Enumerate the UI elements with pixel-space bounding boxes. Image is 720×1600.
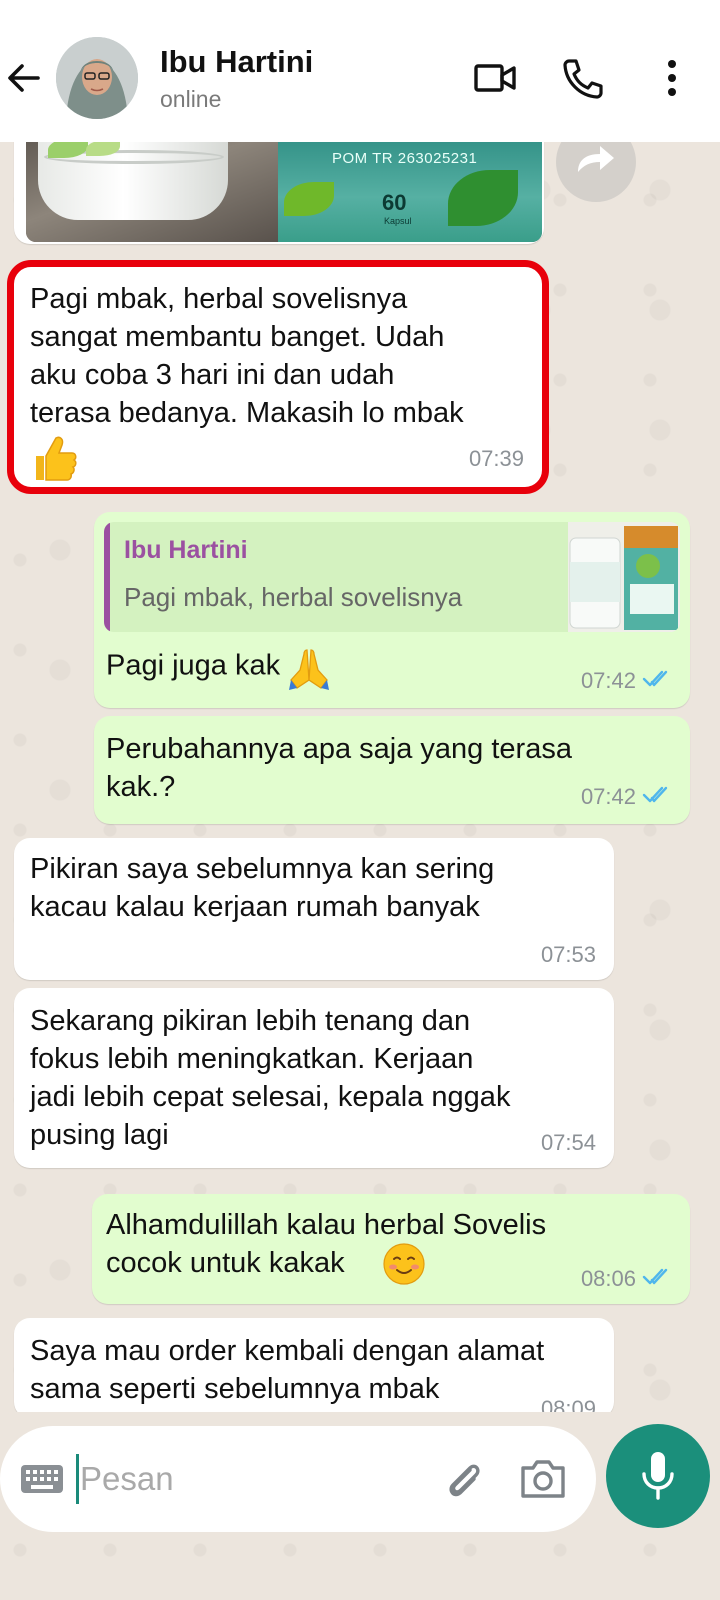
voice-message-button[interactable] xyxy=(606,1424,710,1528)
voice-call-button[interactable] xyxy=(560,56,604,100)
message-text: Sekarang pikiran lebih tenang dan fokus … xyxy=(30,1005,511,1151)
video-call-button[interactable] xyxy=(474,56,518,100)
read-receipt-icon xyxy=(642,785,674,810)
back-button[interactable] xyxy=(4,58,44,98)
quoted-text: Pagi mbak, herbal sovelisnya xyxy=(124,582,463,612)
folded-hands-icon xyxy=(285,644,333,697)
box-count: 60 xyxy=(382,190,407,215)
quoted-image-thumbnail xyxy=(568,522,680,632)
message-outgoing[interactable]: Ibu Hartini Pagi mbak, herbal sovelisnya… xyxy=(94,512,690,708)
message-incoming[interactable]: Pikiran saya sebelumnya kan sering kacau… xyxy=(14,838,614,980)
contact-status: online xyxy=(160,86,222,112)
message-time: 07:54 xyxy=(540,1130,596,1155)
message-time: 08:06 xyxy=(580,1266,636,1291)
box-registration-text: POM TR 263025231 xyxy=(332,150,478,167)
smiling-face-icon xyxy=(382,1242,426,1291)
attach-button[interactable] xyxy=(440,1456,486,1502)
message-text: Perubahannya apa saja yang terasa kak.? xyxy=(106,733,572,803)
message-time: 07:53 xyxy=(540,942,596,967)
quoted-message[interactable]: Ibu Hartini Pagi mbak, herbal sovelisnya xyxy=(104,522,680,632)
forward-icon xyxy=(578,146,614,172)
message-time: 08:09 xyxy=(540,1396,596,1412)
camera-icon xyxy=(521,1460,565,1498)
message-time: 07:42 xyxy=(580,668,636,693)
highlight-frame xyxy=(7,260,549,494)
message-input[interactable] xyxy=(80,1452,420,1506)
message-incoming[interactable]: Sekarang pikiran lebih tenang dan fokus … xyxy=(14,988,614,1168)
message-composer[interactable] xyxy=(0,1426,596,1532)
composer-bar xyxy=(0,1412,720,1600)
microphone-icon xyxy=(642,1452,674,1500)
message-time: 07:42 xyxy=(580,784,636,809)
box-unit: Kapsul xyxy=(384,216,412,226)
message-list[interactable]: POM TR 263025231 60 Kapsul Pagi mbak, he… xyxy=(0,142,720,1412)
camera-button[interactable] xyxy=(518,1456,568,1502)
more-vertical-icon xyxy=(668,60,676,96)
message-text: Saya mau order kembali dengan alamat sam… xyxy=(30,1335,545,1405)
message-outgoing[interactable]: Perubahannya apa saja yang terasa kak.? … xyxy=(94,716,690,824)
product-photo[interactable]: POM TR 263025231 60 Kapsul xyxy=(26,142,542,242)
message-text: Alhamdulillah kalau herbal Sovelis cocok… xyxy=(106,1209,547,1279)
keyboard-icon[interactable] xyxy=(20,1464,64,1494)
read-receipt-icon xyxy=(642,669,674,694)
quoted-author: Ibu Hartini xyxy=(124,536,248,564)
message-incoming[interactable]: Saya mau order kembali dengan alamat sam… xyxy=(14,1318,614,1412)
read-receipt-icon xyxy=(642,1267,674,1292)
text-cursor xyxy=(76,1454,79,1504)
arrow-left-icon xyxy=(8,64,40,92)
paperclip-icon xyxy=(449,1464,480,1497)
message-text: Pagi juga kak xyxy=(106,649,281,682)
forward-button[interactable] xyxy=(556,142,636,202)
avatar[interactable] xyxy=(56,37,138,119)
video-camera-icon xyxy=(474,64,516,92)
message-text: Pikiran saya sebelumnya kan sering kacau… xyxy=(30,853,495,923)
more-options-button[interactable] xyxy=(652,56,696,100)
chat-header: Ibu Hartini online xyxy=(0,0,720,142)
image-message[interactable]: POM TR 263025231 60 Kapsul xyxy=(14,142,544,244)
contact-name[interactable]: Ibu Hartini xyxy=(160,44,313,80)
phone-icon xyxy=(563,59,603,99)
message-outgoing[interactable]: Alhamdulillah kalau herbal Sovelis cocok… xyxy=(92,1194,690,1304)
